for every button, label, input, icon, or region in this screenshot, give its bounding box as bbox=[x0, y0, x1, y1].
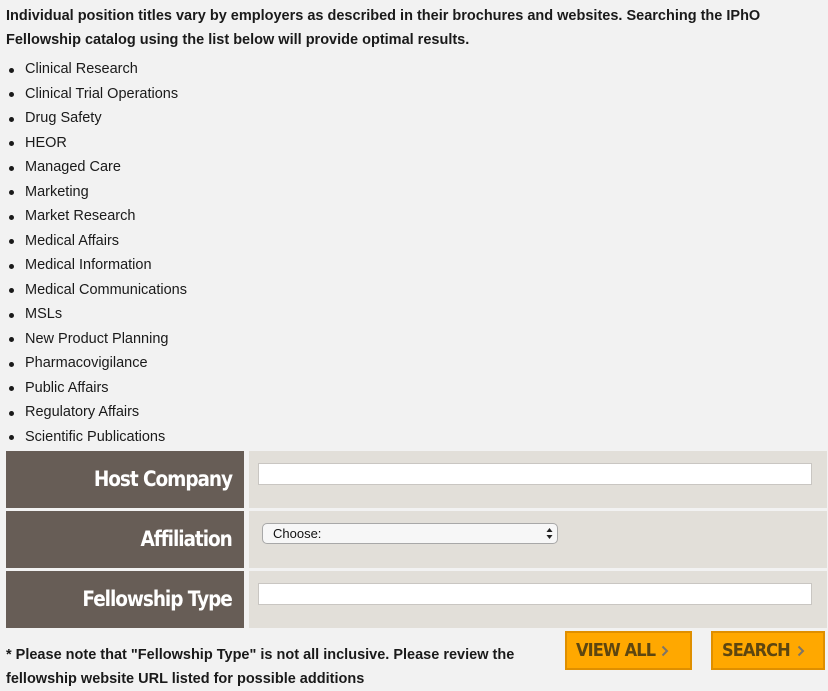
list-item: Medical Affairs bbox=[0, 229, 187, 254]
bullet-icon bbox=[9, 435, 14, 440]
bullet-icon bbox=[9, 386, 14, 391]
bullet-icon bbox=[9, 67, 14, 73]
list-item: Regulatory Affairs bbox=[0, 400, 187, 425]
host-company-row: Host Company bbox=[6, 451, 827, 508]
bullet-icon bbox=[9, 141, 14, 146]
list-item-label: Market Research bbox=[25, 208, 136, 224]
list-item-label: Medical Information bbox=[25, 257, 152, 273]
list-item: New Product Planning bbox=[0, 327, 187, 352]
view-all-button[interactable]: VIEW ALL bbox=[565, 631, 692, 670]
list-item: MSLs bbox=[0, 302, 187, 327]
bullet-icon bbox=[9, 410, 14, 416]
list-item-label: Public Affairs bbox=[25, 379, 109, 396]
affiliation-select[interactable]: Choose: bbox=[262, 523, 558, 544]
bullet-icon bbox=[9, 337, 14, 342]
list-item: Managed Care bbox=[0, 155, 187, 180]
list-item: Medical Information bbox=[0, 253, 187, 278]
list-item: Medical Communications bbox=[0, 278, 187, 303]
list-item-label: Scientific Publications bbox=[25, 428, 166, 445]
bullet-icon bbox=[9, 361, 14, 367]
fellowship-type-note: * Please note that "Fellowship Type" is … bbox=[6, 647, 515, 687]
chevron-right-icon bbox=[661, 645, 669, 657]
search-label: SEARCH bbox=[722, 640, 791, 661]
bullet-icon bbox=[9, 165, 14, 171]
affiliation-label-cell: Affiliation bbox=[6, 511, 244, 568]
bullet-icon bbox=[9, 239, 14, 244]
list-item: Marketing bbox=[0, 180, 187, 205]
fellowship-type-field-cell bbox=[249, 571, 827, 628]
list-item-label: Managed Care bbox=[25, 159, 121, 175]
fellowship-type-row: Fellowship Type bbox=[6, 571, 827, 628]
position-titles-list: Clinical Research Clinical Trial Operati… bbox=[0, 57, 187, 449]
list-item: Clinical Trial Operations bbox=[0, 82, 187, 107]
select-arrows-icon bbox=[546, 528, 553, 539]
list-item: Scientific Publications bbox=[0, 425, 187, 450]
view-all-label: VIEW ALL bbox=[576, 640, 656, 661]
fellowship-type-label: Fellowship Type bbox=[82, 587, 233, 611]
host-company-field-cell bbox=[249, 451, 827, 508]
list-item: HEOR bbox=[0, 131, 187, 156]
bullet-icon bbox=[9, 92, 14, 97]
affiliation-label: Affiliation bbox=[140, 527, 233, 551]
list-item: Clinical Research bbox=[0, 57, 187, 82]
list-item-label: HEOR bbox=[25, 134, 67, 151]
list-item-label: Regulatory Affairs bbox=[25, 404, 140, 420]
host-company-label-cell: Host Company bbox=[6, 451, 244, 508]
list-item-label: New Product Planning bbox=[25, 330, 169, 347]
fellowship-type-input[interactable] bbox=[258, 583, 812, 605]
host-company-label: Host Company bbox=[93, 467, 233, 491]
list-item-label: Medical Communications bbox=[25, 281, 187, 298]
intro-text: Individual position titles vary by emplo… bbox=[6, 8, 761, 48]
search-button[interactable]: SEARCH bbox=[711, 631, 825, 670]
bullet-icon bbox=[9, 312, 14, 318]
list-item: Public Affairs bbox=[0, 376, 187, 401]
chevron-right-icon bbox=[797, 645, 805, 657]
list-item: Market Research bbox=[0, 204, 187, 229]
list-item-label: Clinical Trial Operations bbox=[25, 85, 179, 102]
host-company-input[interactable] bbox=[258, 463, 812, 485]
bullet-icon bbox=[9, 214, 14, 220]
affiliation-selected-value: Choose: bbox=[273, 526, 322, 541]
list-item-label: Medical Affairs bbox=[25, 232, 120, 249]
list-item-label: Pharmacovigilance bbox=[25, 355, 148, 371]
list-item-label: Drug Safety bbox=[25, 110, 102, 126]
list-item-label: Clinical Research bbox=[25, 61, 138, 77]
list-item-label: Marketing bbox=[25, 183, 89, 200]
affiliation-row: Affiliation Choose: bbox=[6, 511, 827, 568]
fellowship-type-label-cell: Fellowship Type bbox=[6, 571, 244, 628]
list-item-label: MSLs bbox=[25, 306, 63, 322]
affiliation-field-cell: Choose: bbox=[249, 511, 827, 568]
list-item: Pharmacovigilance bbox=[0, 351, 187, 376]
bullet-icon bbox=[9, 263, 14, 269]
list-item: Drug Safety bbox=[0, 106, 187, 131]
bullet-icon bbox=[9, 190, 14, 195]
bullet-icon bbox=[9, 288, 14, 293]
bullet-icon bbox=[9, 116, 14, 122]
